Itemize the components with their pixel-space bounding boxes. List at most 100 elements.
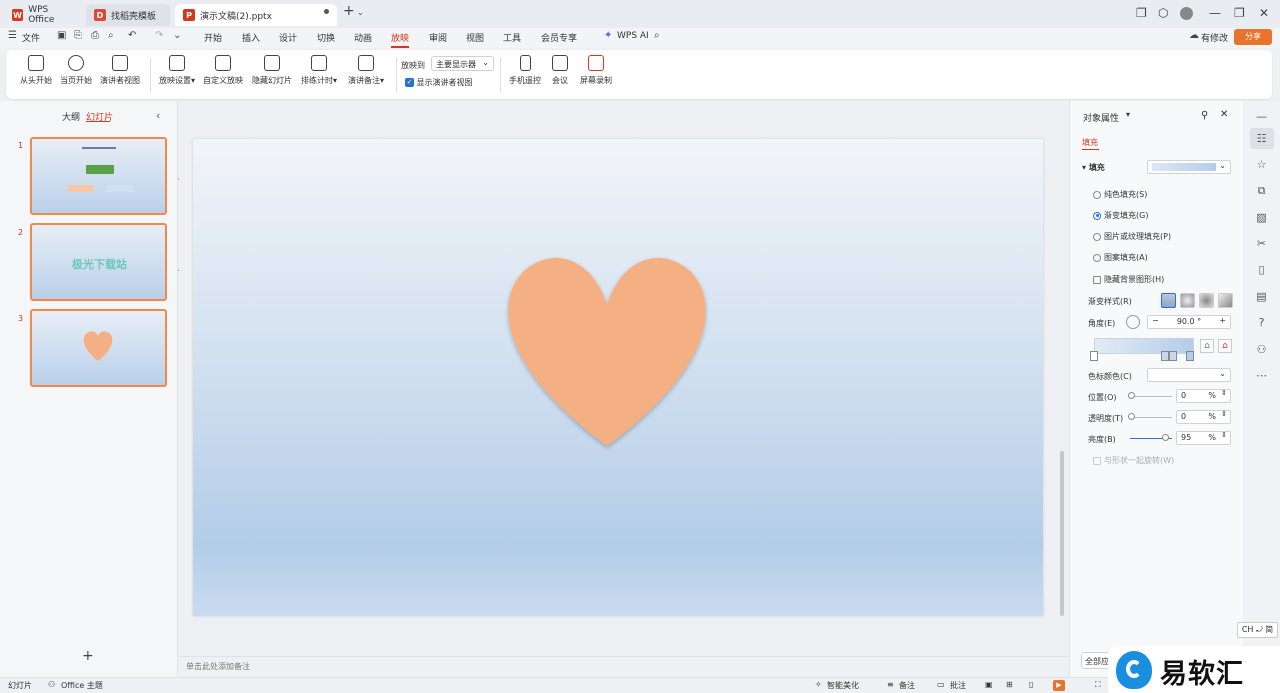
gradient-style-path[interactable] (1218, 293, 1233, 308)
menu-member[interactable]: 会员专享 (541, 31, 577, 44)
menu-design[interactable]: 设计 (279, 31, 297, 44)
screen-record-button[interactable]: 屏幕录制 (576, 55, 616, 86)
phone-remote-button[interactable]: 手机遥控 (506, 55, 544, 86)
custom-show-button[interactable]: 自定义放映 (202, 55, 244, 86)
current-slide[interactable] (193, 139, 1043, 616)
search-icon[interactable]: ⌕ (654, 30, 660, 41)
close-panel-icon[interactable]: ✕ (1220, 109, 1228, 120)
shirt-icon[interactable]: ⚇ (1255, 343, 1268, 356)
gradient-stop-handle[interactable] (1161, 351, 1169, 361)
fill-option-picture[interactable]: 图片或纹理填充(P) (1093, 231, 1171, 242)
tab-presentation[interactable]: P 演示文稿(2).pptx (175, 4, 337, 26)
notes-area[interactable]: 单击此处添加备注 (179, 656, 1067, 677)
scrollbar-thumb[interactable] (1060, 451, 1064, 616)
cube-icon[interactable]: ⬡ (1158, 6, 1168, 20)
chevron-down-icon[interactable]: ▾ (1126, 110, 1130, 119)
reading-view-icon[interactable]: ▯ (1029, 680, 1033, 689)
transparency-slider-thumb[interactable] (1128, 413, 1135, 420)
brightness-input[interactable]: 95 % ⇕ (1176, 431, 1231, 445)
panel-title[interactable]: 对象属性 (1083, 111, 1119, 124)
position-input[interactable]: 0 % ⇕ (1176, 389, 1231, 403)
menu-home[interactable]: 开始 (204, 31, 222, 44)
transparency-slider[interactable] (1130, 417, 1172, 418)
add-slide-button[interactable]: + (82, 648, 94, 664)
presenter-view-button[interactable]: 演讲者视图 (98, 55, 142, 86)
from-current-button[interactable]: 当页开始 (58, 55, 94, 86)
slideshow-settings-button[interactable]: 放映设置▾ (156, 55, 198, 86)
book-icon[interactable]: ▯ (1255, 263, 1268, 276)
spinner-icon[interactable]: ⇕ (1221, 410, 1227, 418)
stop-color-select[interactable]: ⌄ (1147, 368, 1231, 382)
remove-stop-icon[interactable]: ⌂ (1218, 339, 1232, 353)
show-presenter-checkbox[interactable]: ✓ 显示演讲者视图 (405, 77, 473, 88)
brightness-slider-thumb[interactable] (1162, 434, 1169, 441)
more-chevron-icon[interactable]: ⌄ (173, 30, 181, 41)
layout-icon[interactable]: ▤ (1255, 290, 1268, 303)
export-icon[interactable]: ⎘ (74, 30, 82, 41)
gradient-bar[interactable] (1094, 338, 1194, 354)
menu-review[interactable]: 审阅 (429, 31, 447, 44)
collapse-pane-icon[interactable]: ‹ (156, 109, 160, 122)
heart-shape[interactable] (193, 139, 1043, 616)
slide-thumbnail-1[interactable] (30, 137, 167, 215)
menu-tools[interactable]: 工具 (503, 31, 521, 44)
restore-icon[interactable]: ❐ (1234, 6, 1245, 20)
tab-outline[interactable]: 大纲 (62, 110, 80, 123)
undo-icon[interactable]: ↶ (128, 30, 136, 41)
show-on-select[interactable]: 主要显示器 ⌄ (431, 56, 494, 71)
theme-name[interactable]: Office 主题 (61, 680, 103, 691)
rehearse-button[interactable]: 排练计时▾ (298, 55, 340, 86)
redo-icon[interactable]: ↷ (155, 30, 163, 41)
share-button[interactable]: 分享 (1234, 29, 1272, 45)
gradient-stop-handle[interactable] (1186, 351, 1194, 361)
tab-wps-office[interactable]: W WPS Office (4, 4, 82, 26)
comments-button[interactable]: 批注 (950, 680, 966, 691)
chevron-down-icon[interactable]: ⌄ (357, 8, 364, 17)
hamburger-icon[interactable]: ☰ (8, 30, 17, 41)
from-start-button[interactable]: 从头开始 (18, 55, 54, 86)
tools-icon[interactable]: ✂ (1255, 237, 1268, 250)
fill-option-pattern[interactable]: 图案填充(A) (1093, 252, 1148, 263)
copy-icon[interactable]: ⧉ (1255, 184, 1268, 197)
meeting-button[interactable]: 会议 (548, 55, 572, 86)
transparency-input[interactable]: 0 % ⇕ (1176, 410, 1231, 424)
fill-section-toggle[interactable]: ▾ 填充 (1082, 162, 1105, 173)
hide-slide-button[interactable]: 隐藏幻灯片 (249, 55, 295, 86)
rotate-with-shape-checkbox[interactable]: 与形状一起旋转(W) (1093, 455, 1174, 466)
more-icon[interactable]: ⋯ (1255, 369, 1268, 382)
menu-view[interactable]: 视图 (466, 31, 484, 44)
close-icon[interactable]: ✕ (1259, 6, 1269, 20)
fill-option-gradient[interactable]: 渐变填充(G) (1093, 210, 1148, 221)
help-icon[interactable]: ? (1255, 316, 1268, 329)
tab-fill[interactable]: 填充 (1082, 137, 1098, 148)
minimize-icon[interactable]: — (1209, 6, 1221, 20)
minus-icon[interactable]: − (1152, 316, 1159, 325)
slide-thumbnail-3[interactable] (30, 309, 167, 387)
tab-template[interactable]: D 找稻壳模板 (86, 4, 170, 26)
fill-option-solid[interactable]: 纯色填充(S) (1093, 189, 1147, 200)
menu-slideshow[interactable]: 放映 (391, 31, 409, 44)
gradient-style-linear[interactable] (1161, 293, 1176, 308)
changes-label[interactable]: 有修改 (1201, 31, 1228, 44)
angle-dial-icon[interactable] (1126, 315, 1140, 329)
menu-file[interactable]: 文件 (22, 31, 40, 44)
speaker-notes-button[interactable]: 演讲备注▾ (344, 55, 388, 86)
position-slider[interactable] (1130, 396, 1172, 397)
add-stop-icon[interactable]: ⌂ (1200, 339, 1214, 353)
new-tab-icon[interactable]: + (343, 3, 355, 19)
spinner-icon[interactable]: ⇕ (1221, 389, 1227, 397)
plus-icon[interactable]: + (1219, 316, 1226, 325)
gradient-stop-handle[interactable] (1090, 351, 1098, 361)
print-icon[interactable]: ⎙ (91, 30, 99, 41)
pin-icon[interactable]: ⚲ (1201, 110, 1208, 121)
menu-animation[interactable]: 动画 (354, 31, 372, 44)
gradient-stop-handle[interactable] (1169, 351, 1177, 361)
image-icon[interactable]: ▨ (1255, 211, 1268, 224)
angle-stepper[interactable]: − 90.0 ° + (1147, 315, 1231, 329)
menu-wps-ai[interactable]: WPS AI (617, 31, 649, 41)
gradient-style-radial[interactable] (1180, 293, 1195, 308)
save-icon[interactable]: ▣ (57, 30, 66, 41)
notes-toggle-button[interactable]: 备注 (899, 680, 915, 691)
print-preview-icon[interactable]: ⌕ (108, 30, 114, 41)
fit-window-icon[interactable]: ⛶ (1095, 680, 1101, 690)
